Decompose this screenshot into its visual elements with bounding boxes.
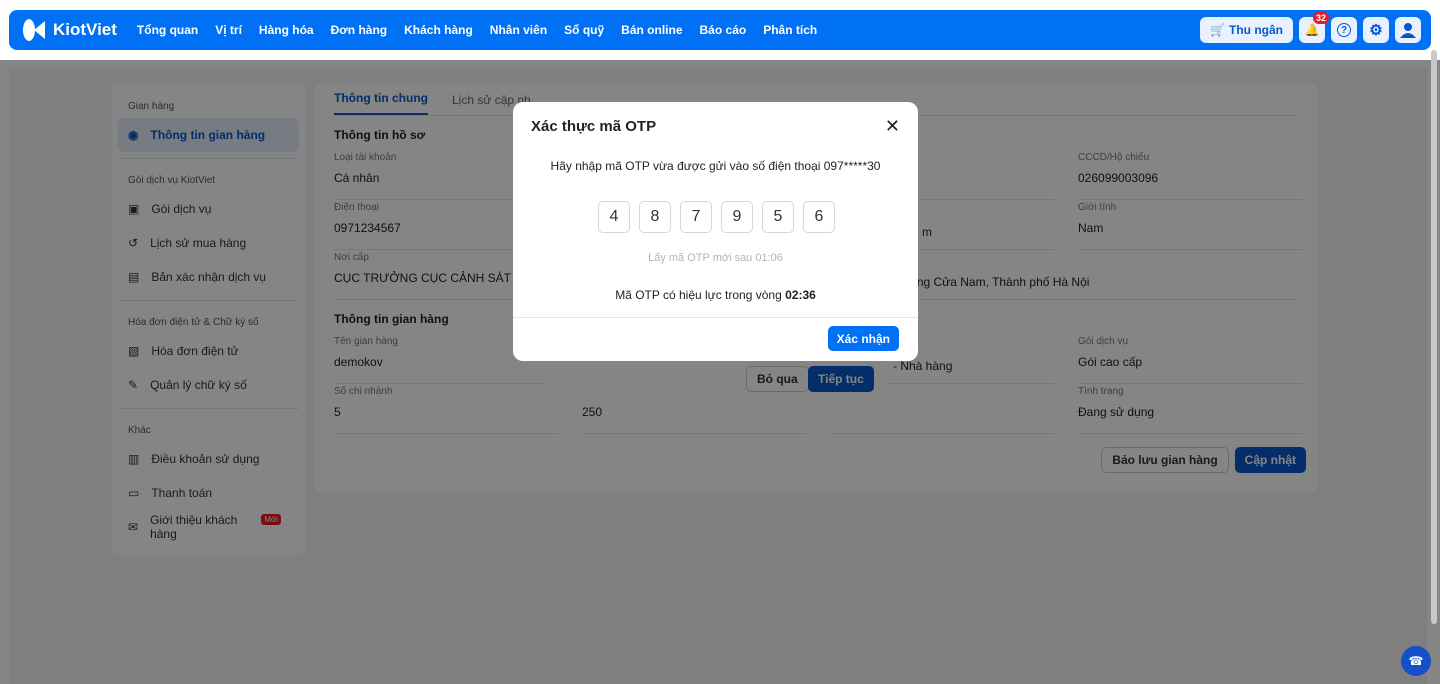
top-navbar: KiotViet Tổng quan Vị trí Hàng hóa Đơn hàng… (9, 10, 1431, 50)
nav-phan-tich[interactable]: Phân tích (763, 23, 817, 37)
scrollbar[interactable] (1431, 50, 1437, 624)
validity-time: 02:36 (785, 288, 816, 302)
support-chat-button[interactable]: ☎ (1401, 646, 1431, 676)
help-button[interactable]: ? (1331, 17, 1357, 43)
main-nav: Tổng quan Vị trí Hàng hóa Đơn hàng Khách hàn… (137, 23, 834, 37)
modal-title: Xác thực mã OTP (531, 118, 657, 135)
otp-modal: Xác thực mã OTP ✕ Hãy nhập mã OTP vừa đư… (513, 102, 918, 361)
close-icon[interactable]: ✕ (885, 116, 900, 137)
nav-nhan-vien[interactable]: Nhân viên (490, 23, 547, 37)
settings-button[interactable]: ⚙ (1363, 17, 1389, 43)
cart-icon: 🛒 (1210, 23, 1225, 37)
otp-digit-input[interactable]: 6 (803, 201, 835, 233)
nav-ban-online[interactable]: Bán online (621, 23, 682, 37)
resend-otp-link: Lấy mã OTP mới sau 01:06 (648, 252, 783, 264)
confirm-button[interactable]: Xác nhận (827, 326, 899, 351)
otp-digit-input[interactable]: 9 (721, 201, 753, 233)
avatar[interactable] (1395, 17, 1421, 43)
nav-khach-hang[interactable]: Khách hàng (404, 23, 473, 37)
otp-digit-input[interactable]: 7 (680, 201, 712, 233)
otp-prompt: Hãy nhập mã OTP vừa được gửi vào số điện… (550, 159, 881, 173)
logo[interactable]: KiotViet (21, 17, 117, 43)
headset-icon: ☎ (1408, 654, 1424, 668)
brand-name: KiotViet (53, 20, 117, 39)
help-icon: ? (1337, 23, 1351, 37)
nav-bao-cao[interactable]: Báo cáo (700, 23, 747, 37)
gear-icon: ⚙ (1369, 22, 1383, 39)
cashier-label: Thu ngân (1229, 23, 1283, 37)
otp-validity: Mã OTP có hiệu lực trong vòng 02:36 (513, 288, 918, 302)
otp-input-group: 4 8 7 9 5 6 (598, 201, 835, 233)
notification-badge: 32 (1312, 12, 1329, 24)
bell-icon: 🔔 (1304, 23, 1320, 37)
kiotviet-logo-icon (23, 19, 45, 41)
otp-digit-input[interactable]: 8 (639, 201, 671, 233)
cashier-button[interactable]: 🛒 Thu ngân (1200, 17, 1293, 43)
nav-hang-hoa[interactable]: Hàng hóa (259, 23, 314, 37)
otp-digit-input[interactable]: 5 (762, 201, 794, 233)
otp-digit-input[interactable]: 4 (598, 201, 630, 233)
user-icon (1400, 23, 1416, 38)
nav-tong-quan[interactable]: Tổng quan (137, 23, 198, 37)
nav-vi-tri[interactable]: Vị trí (215, 23, 242, 37)
notification-button[interactable]: 🔔 32 (1299, 12, 1329, 43)
validity-text: Mã OTP có hiệu lực trong vòng (615, 288, 786, 302)
nav-don-hang[interactable]: Đơn hàng (331, 23, 388, 37)
nav-so-quy[interactable]: Sổ quỹ (564, 23, 604, 37)
